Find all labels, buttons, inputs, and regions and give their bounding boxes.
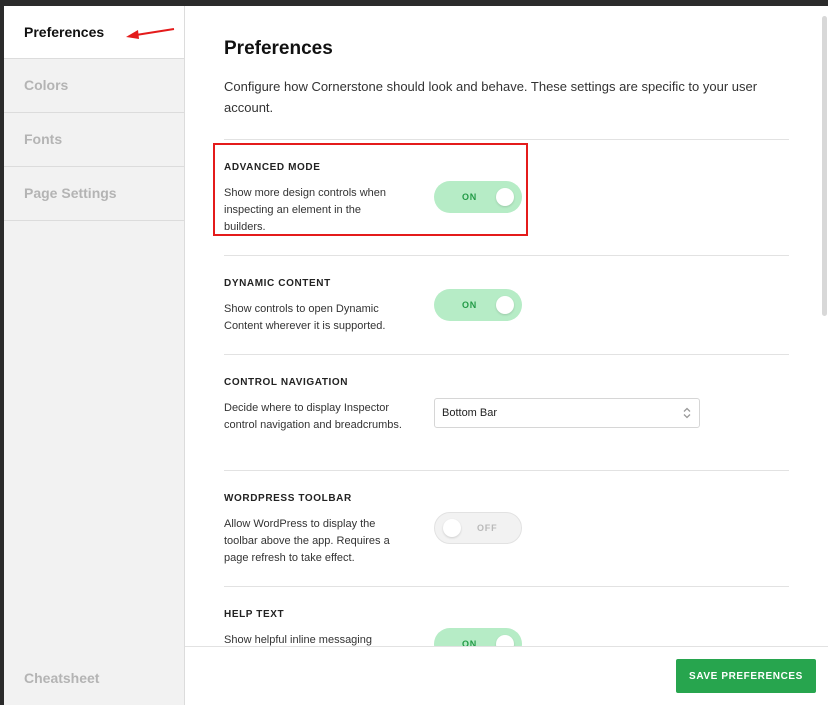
sidebar-item-label: Preferences: [24, 24, 105, 40]
scrollbar[interactable]: [822, 16, 827, 316]
toggle-knob: [496, 296, 514, 314]
toggle-knob: [496, 188, 514, 206]
toggle-state: OFF: [477, 523, 498, 533]
sidebar: Preferences Colors Fonts Page Settings C…: [4, 6, 185, 705]
toggle-state: ON: [462, 300, 478, 310]
footer-bar: SAVE PREFERENCES: [185, 646, 828, 705]
section-description: Decide where to display Inspector contro…: [224, 402, 402, 431]
sidebar-item-fonts[interactable]: Fonts: [4, 113, 184, 167]
preferences-window: Preferences Colors Fonts Page Settings C…: [4, 6, 828, 705]
section-dynamic-content: DYNAMIC CONTENT Show controls to open Dy…: [224, 256, 789, 354]
section-label: WORDPRESS TOOLBAR: [224, 493, 352, 504]
section-label: ADVANCED MODE: [224, 162, 321, 173]
section-label: HELP TEXT: [224, 609, 285, 620]
sidebar-item-page-settings[interactable]: Page Settings: [4, 167, 184, 221]
arrow-annotation-icon: [126, 28, 175, 39]
sidebar-item-colors[interactable]: Colors: [4, 59, 184, 113]
section-help-text: HELP TEXT Show helpful inline messaging …: [224, 587, 789, 646]
section-label: CONTROL NAVIGATION: [224, 377, 349, 388]
toggle-state: ON: [462, 639, 478, 646]
page-title: Preferences: [224, 38, 333, 59]
section-description: Show helpful inline messaging: [224, 634, 372, 646]
section-control-navigation: CONTROL NAVIGATION Decide where to displ…: [224, 355, 789, 470]
main-panel: Preferences Configure how Cornerstone sh…: [185, 6, 828, 646]
section-description: Allow WordPress to display the toolbar a…: [224, 518, 390, 564]
sidebar-item-label: Page Settings: [24, 185, 117, 201]
toggle-knob: [496, 635, 514, 646]
toggle-state: ON: [462, 192, 478, 202]
select-value: Bottom Bar: [442, 407, 498, 419]
toggle-knob: [443, 519, 461, 537]
dynamic-content-toggle[interactable]: ON: [434, 289, 522, 321]
section-description: Show controls to open Dynamic Content wh…: [224, 303, 386, 332]
sidebar-item-label: Colors: [24, 77, 69, 93]
wordpress-toolbar-toggle[interactable]: OFF: [434, 512, 522, 544]
section-advanced-mode: ADVANCED MODE Show more design controls …: [224, 140, 789, 255]
save-preferences-button[interactable]: SAVE PREFERENCES: [676, 659, 816, 693]
page-description: Configure how Cornerstone should look an…: [224, 79, 758, 115]
select-caret-icon: [683, 407, 691, 419]
advanced-mode-toggle[interactable]: ON: [434, 181, 522, 213]
control-navigation-select[interactable]: Bottom Bar: [434, 398, 700, 428]
sidebar-item-label: Fonts: [24, 131, 63, 147]
section-label: DYNAMIC CONTENT: [224, 278, 331, 289]
preferences-content: Preferences Configure how Cornerstone sh…: [224, 6, 789, 646]
cheatsheet-link[interactable]: Cheatsheet: [24, 670, 99, 686]
section-wordpress-toolbar: WORDPRESS TOOLBAR Allow WordPress to dis…: [224, 471, 789, 586]
section-description: Show more design controls when inspectin…: [224, 187, 387, 233]
help-text-toggle[interactable]: ON: [434, 628, 522, 646]
